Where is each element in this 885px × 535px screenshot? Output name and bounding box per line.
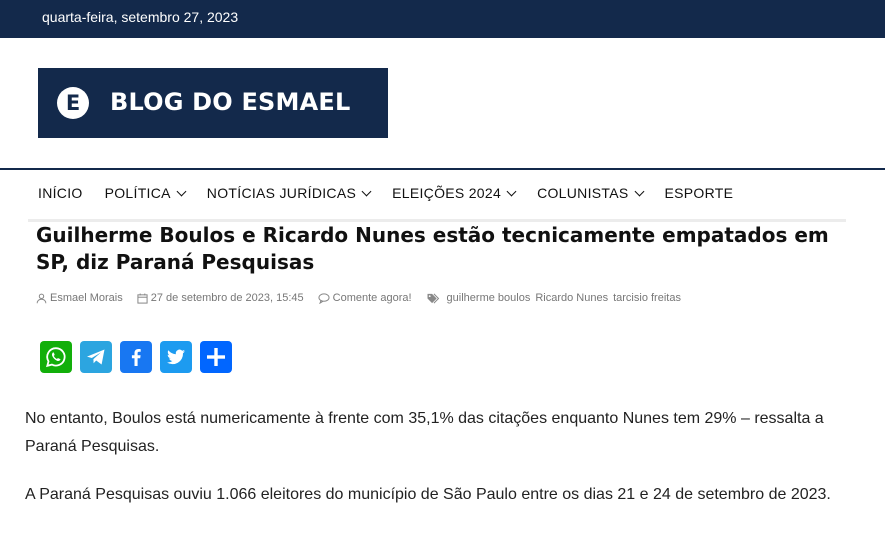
- facebook-icon: [131, 349, 141, 366]
- article-paragraph: A Paraná Pesquisas ouviu 1.066 eleitores…: [25, 486, 831, 503]
- meta-date: 27 de setembro de 2023, 15:45: [137, 292, 304, 304]
- nav-item-label: INÍCIO: [38, 185, 83, 201]
- current-date: quarta-feira, setembro 27, 2023: [42, 9, 239, 25]
- share-icon: [207, 348, 225, 366]
- telegram-share-button[interactable]: [80, 341, 112, 373]
- twitter-share-button[interactable]: [160, 341, 192, 373]
- calendar-icon: [137, 293, 148, 304]
- nav-item-label: POLÍTICA: [104, 185, 171, 201]
- main-nav: INÍCIO POLÍTICA NOTÍCIAS JURÍDICAS ELEIÇ…: [38, 185, 755, 201]
- article-title: Guilherme Boulos e Ricardo Nunes estão t…: [36, 223, 829, 274]
- nav-item-noticias-juridicas[interactable]: NOTÍCIAS JURÍDICAS: [206, 185, 372, 201]
- top-bar: quarta-feira, setembro 27, 2023: [0, 0, 885, 38]
- meta-tags: guilherme boulos Ricardo Nunes tarcisio …: [426, 292, 686, 304]
- nav-item-esporte[interactable]: ESPORTE: [665, 185, 734, 201]
- nav-item-label: NOTÍCIAS JURÍDICAS: [206, 185, 357, 201]
- meta-comments[interactable]: Comente agora!: [318, 292, 412, 304]
- meta-author[interactable]: Esmael Morais: [36, 292, 123, 304]
- logo-text: BLOG DO ESMAEL: [110, 88, 351, 116]
- author-name: Esmael Morais: [50, 292, 123, 304]
- logo-e-icon: E: [57, 87, 89, 119]
- chevron-down-icon: [506, 186, 517, 196]
- share-button[interactable]: [200, 341, 232, 373]
- tag-link[interactable]: Ricardo Nunes: [535, 292, 608, 304]
- nav-item-label: ESPORTE: [664, 185, 734, 201]
- comment-icon: [318, 292, 330, 304]
- chevron-down-icon: [634, 186, 644, 196]
- user-icon: [36, 293, 47, 303]
- nav-item-label: COLUNISTAS: [537, 185, 629, 201]
- nav-item-inicio[interactable]: INÍCIO: [38, 185, 83, 201]
- whatsapp-share-button[interactable]: [40, 341, 72, 373]
- facebook-share-button[interactable]: [120, 341, 152, 373]
- whatsapp-icon: [46, 347, 66, 368]
- share-buttons: [40, 341, 240, 373]
- comments-link: Comente agora!: [332, 292, 412, 304]
- article-meta: Esmael Morais 27 de setembro de 2023, 15…: [36, 292, 686, 304]
- publish-date: 27 de setembro de 2023, 15:45: [150, 292, 304, 304]
- chevron-down-icon: [361, 186, 372, 196]
- tag-link[interactable]: guilherme boulos: [447, 292, 531, 304]
- tag-link[interactable]: tarcisio freitas: [613, 292, 681, 304]
- nav-top-rule: [0, 168, 885, 170]
- nav-item-politica[interactable]: POLÍTICA: [104, 185, 187, 201]
- telegram-icon: [87, 349, 105, 365]
- nav-item-eleicoes-2024[interactable]: ELEIÇÕES 2024: [392, 185, 517, 201]
- twitter-icon: [167, 349, 185, 365]
- tags-icon: [427, 293, 439, 303]
- site-logo[interactable]: E BLOG DO ESMAEL: [38, 68, 388, 138]
- chevron-down-icon: [176, 186, 187, 196]
- nav-item-label: ELEIÇÕES 2024: [392, 185, 502, 201]
- nav-item-colunistas[interactable]: COLUNISTAS: [537, 185, 644, 201]
- article-paragraph: No entanto, Boulos está numericamente à …: [25, 410, 824, 455]
